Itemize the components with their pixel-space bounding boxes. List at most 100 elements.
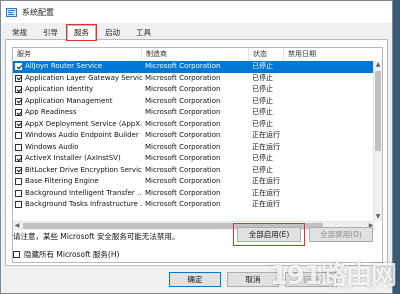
manufacturer-cell: Microsoft Corporation (145, 177, 221, 185)
table-row[interactable]: Application Layer Gateway Service Microso… (13, 73, 375, 85)
status-cell: 已停止 (252, 85, 273, 93)
status-cell: 已停止 (252, 119, 273, 128)
service-checkbox[interactable] (15, 109, 22, 117)
status-cell: 正在运行 (252, 188, 280, 197)
table-row[interactable]: App Readiness Microsoft Corporation 已停止 (13, 107, 375, 119)
service-cell: App Readiness (13, 107, 142, 119)
table-row[interactable]: ActiveX Installer (AxInstSV) Microsoft Co… (13, 153, 375, 165)
disabled-date-cell (284, 61, 375, 73)
service-cell: Windows Audio (13, 142, 142, 154)
disabled-date-cell (284, 73, 375, 85)
service-name: AllJoyn Router Service (25, 62, 103, 70)
service-checkbox[interactable] (15, 86, 22, 94)
service-cell: ActiveX Installer (AxInstSV) (13, 153, 142, 165)
service-name: Base Filtering Engine (25, 177, 99, 185)
disable-all-button[interactable]: 全部禁用(D) (309, 227, 373, 242)
disabled-date-cell (284, 199, 375, 211)
vertical-scroll-thumb[interactable] (375, 71, 381, 151)
manufacturer-cell: Microsoft Corporation (145, 154, 221, 162)
vertical-scrollbar[interactable]: ▲ ▼ (373, 61, 382, 221)
disabled-date-cell (284, 107, 375, 119)
status-cell: 正在运行 (252, 131, 280, 139)
service-name: Background Intelligent Transfer ... (25, 188, 142, 197)
disabled-date-cell (284, 142, 375, 154)
table-row[interactable]: Windows Audio Endpoint Builder Microsoft … (13, 130, 375, 142)
column-header-status[interactable]: 状态 (249, 48, 284, 61)
tab-bar: 常规 引导 服务 启动 工具 (5, 24, 160, 41)
service-cell: AppX Deployment Service (AppX... (13, 119, 142, 131)
table-row[interactable]: Background Intelligent Transfer ... Micro… (13, 188, 375, 200)
ok-button[interactable]: 确定 (169, 272, 221, 287)
service-checkbox[interactable] (15, 63, 22, 71)
service-checkbox[interactable] (15, 120, 22, 128)
tab-general[interactable]: 常规 (5, 25, 34, 40)
table-row[interactable]: Background Tasks Infrastructure ... Micro… (13, 199, 375, 211)
status-cell: 正在运行 (252, 142, 280, 151)
table-row[interactable]: AppX Deployment Service (AppX... Microsof… (13, 119, 375, 131)
system-configuration-window: 系统配置 常规 引导 服务 启动 工具 服务 制造商 状态 禁用日期 AllJo… (0, 0, 393, 294)
tab-services[interactable]: 服务 (66, 24, 97, 41)
hide-microsoft-services-checkbox[interactable] (13, 251, 20, 258)
tab-tools[interactable]: 工具 (129, 25, 158, 40)
tab-startup[interactable]: 启动 (98, 25, 127, 40)
hide-microsoft-services-option[interactable]: 隐藏所有 Microsoft 服务(H) (13, 249, 119, 260)
service-cell: Base Filtering Engine (13, 176, 142, 188)
column-header-disabled-date[interactable]: 禁用日期 (284, 48, 375, 61)
manufacturer-cell: Microsoft Corporation (145, 108, 221, 116)
scroll-left-arrow-icon[interactable]: ◀ (13, 222, 21, 230)
table-row[interactable]: BitLocker Drive Encryption Service Micros… (13, 165, 375, 177)
service-name: BitLocker Drive Encryption Service (25, 165, 142, 174)
service-name: Application Identity (25, 85, 94, 93)
disabled-date-cell (284, 188, 375, 200)
status-cell: 正在运行 (252, 177, 280, 185)
service-cell: BitLocker Drive Encryption Service (13, 165, 142, 177)
service-checkbox[interactable] (15, 132, 22, 140)
manufacturer-cell: Microsoft Corporation (145, 200, 221, 208)
status-cell: 已停止 (252, 108, 273, 116)
service-checkbox[interactable] (15, 178, 22, 186)
service-checkbox[interactable] (15, 97, 22, 105)
table-row[interactable]: Windows Audio Microsoft Corporation 正在运行 (13, 142, 375, 154)
service-cell: Application Management (13, 96, 142, 108)
column-header-manufacturer[interactable]: 制造商 (142, 48, 249, 61)
manufacturer-cell: Microsoft Corporation (145, 131, 221, 139)
watermark-logo: 191路由网 (269, 261, 397, 291)
service-checkbox[interactable] (15, 189, 22, 197)
title-bar[interactable]: 系统配置 (1, 1, 392, 23)
service-checkbox[interactable] (15, 155, 22, 163)
service-cell: Background Intelligent Transfer ... (13, 188, 142, 200)
manufacturer-cell: Microsoft Corporation (145, 96, 221, 105)
manufacturer-cell: Microsoft Corporation (145, 119, 221, 128)
column-header-service[interactable]: 服务 (13, 48, 142, 61)
table-row[interactable]: AllJoyn Router Service Microsoft Corporat… (13, 61, 375, 73)
service-name: Windows Audio (25, 142, 79, 151)
service-name: ActiveX Installer (AxInstSV) (25, 154, 121, 162)
note-text: 请注意，某些 Microsoft 安全服务可能无法禁用。 (13, 232, 180, 241)
service-checkbox[interactable] (15, 74, 22, 82)
service-checkbox[interactable] (15, 143, 22, 151)
disabled-date-cell (284, 153, 375, 165)
disabled-date-cell (284, 119, 375, 131)
manufacturer-cell: Microsoft Corporation (145, 73, 221, 82)
scroll-down-arrow-icon[interactable]: ▼ (374, 213, 382, 221)
service-cell: Background Tasks Infrastructure ... (13, 199, 142, 211)
enable-all-button[interactable]: 全部启用(E) (237, 227, 301, 242)
service-name: AppX Deployment Service (AppX... (25, 119, 142, 128)
service-checkbox[interactable] (15, 166, 22, 174)
manufacturer-cell: Microsoft Corporation (145, 188, 221, 197)
table-body: AllJoyn Router Service Microsoft Corporat… (13, 61, 375, 221)
tab-boot[interactable]: 引导 (36, 25, 65, 40)
manufacturer-cell: Microsoft Corporation (145, 142, 221, 151)
status-cell: 已停止 (252, 73, 273, 82)
service-cell: Windows Audio Endpoint Builder (13, 130, 142, 142)
table-row[interactable]: Application Identity Microsoft Corporatio… (13, 84, 375, 96)
manufacturer-cell: Microsoft Corporation (145, 85, 221, 93)
table-header: 服务 制造商 状态 禁用日期 (13, 48, 382, 62)
status-cell: 正在运行 (252, 200, 280, 208)
scroll-up-arrow-icon[interactable]: ▲ (374, 61, 382, 69)
table-row[interactable]: Base Filtering Engine Microsoft Corporati… (13, 176, 375, 188)
manufacturer-cell: Microsoft Corporation (145, 165, 221, 174)
service-checkbox[interactable] (15, 201, 22, 209)
table-row[interactable]: Application Management Microsoft Corporat… (13, 96, 375, 108)
status-cell: 已停止 (252, 62, 273, 70)
